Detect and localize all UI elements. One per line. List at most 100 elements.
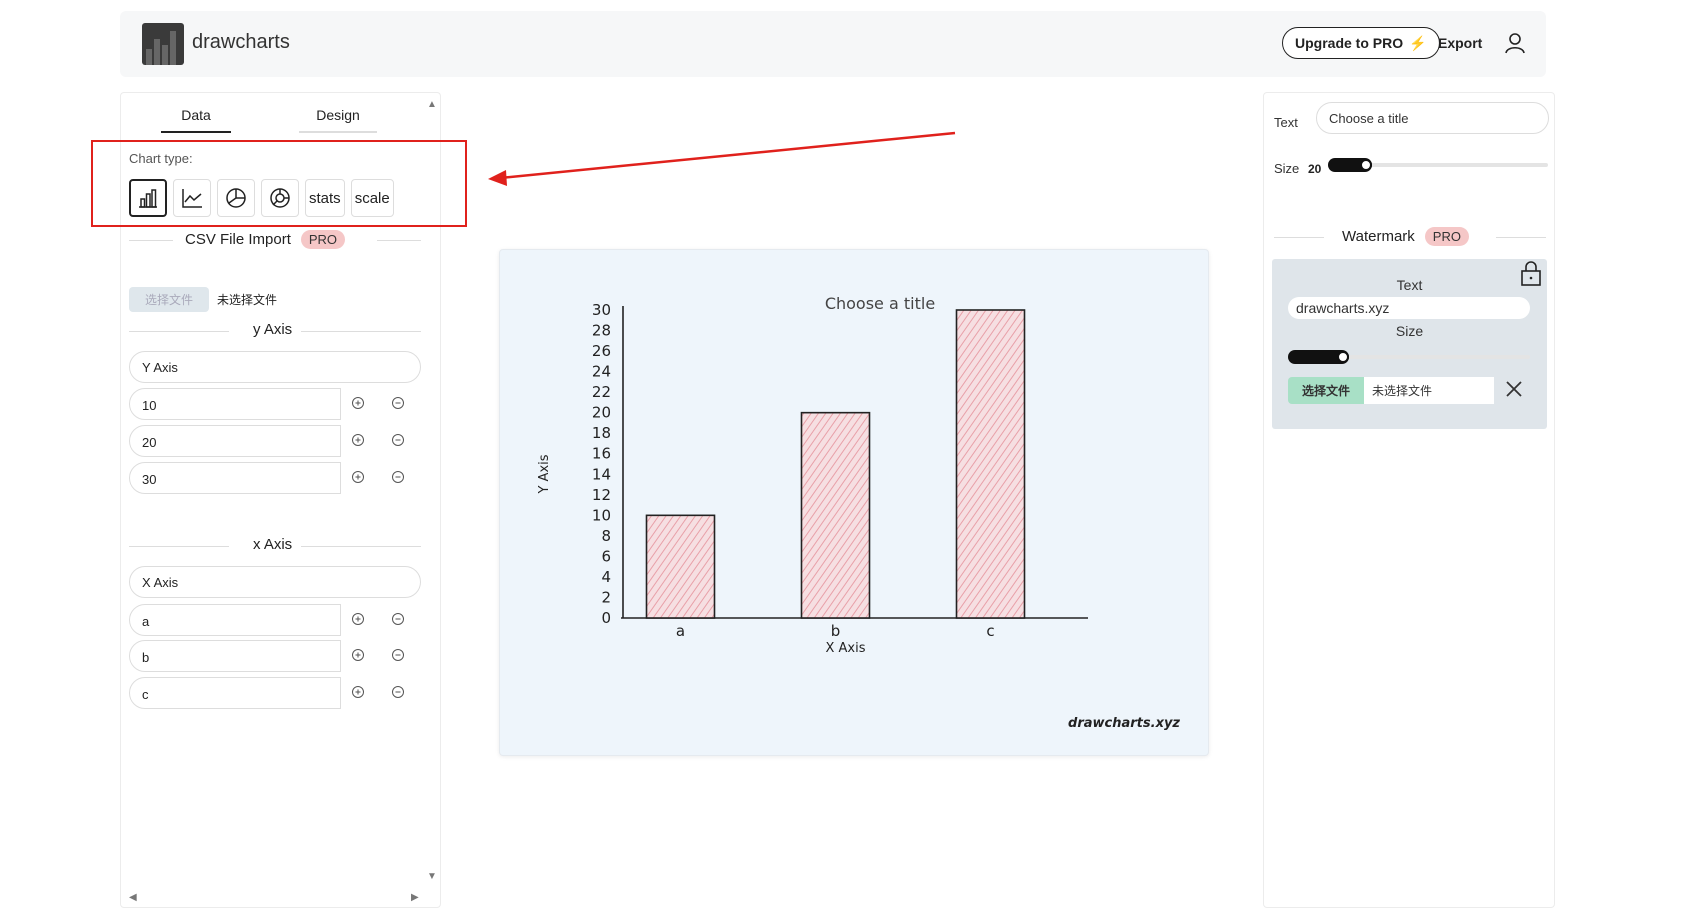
slider-knob[interactable]: [1337, 351, 1349, 363]
chart-watermark: drawcharts.xyz: [1068, 716, 1180, 731]
bar: [955, 309, 1026, 619]
add-row-icon[interactable]: [351, 685, 365, 699]
y-tick-label: 26: [592, 342, 611, 360]
csv-file-input[interactable]: 选择文件 未选择文件: [129, 287, 277, 312]
design-panel: Text Choose a title Size 20 Watermark PRO…: [1263, 92, 1555, 908]
x-tick-label: a: [676, 622, 685, 640]
remove-row-icon[interactable]: [391, 396, 405, 410]
x-axis-heading: x Axis: [253, 536, 293, 553]
scroll-left-arrow[interactable]: ◀: [129, 892, 137, 903]
watermark-size-label: Size: [1395, 323, 1424, 339]
x-value-input[interactable]: b: [129, 640, 341, 672]
bar-chart: 024681012141618202224262830a b cX AxisY Ax…: [537, 301, 1088, 656]
add-row-icon[interactable]: [351, 612, 365, 626]
y-value-input[interactable]: 30: [129, 462, 341, 494]
brand-logo[interactable]: [142, 23, 184, 65]
y-tick-label: 20: [592, 404, 611, 422]
watermark-file-input[interactable]: 选择文件 未选择文件: [1288, 376, 1495, 404]
y-tick-label: 10: [592, 506, 611, 524]
upgrade-pro-label: Upgrade to PRO: [1295, 35, 1404, 51]
y-tick-label: 18: [592, 424, 611, 442]
y-tick-label: 16: [592, 445, 611, 463]
file-status-text: 未选择文件: [217, 293, 278, 307]
watermark-settings: Text drawcharts.xyz Size 选择文件 未选择文件: [1272, 259, 1547, 429]
x-axis-title-input[interactable]: X Axis: [129, 566, 421, 598]
y-tick-label: 6: [601, 547, 611, 565]
y-value-row: 10: [129, 388, 421, 420]
brand-name: drawcharts: [192, 31, 290, 53]
upgrade-pro-button[interactable]: Upgrade to PRO ⚡: [1282, 27, 1440, 59]
remove-row-icon[interactable]: [391, 433, 405, 447]
chart-type-highlight-box: [91, 140, 467, 227]
x-tick-label: c: [986, 622, 994, 640]
remove-row-icon[interactable]: [391, 685, 405, 699]
y-value-row: 20: [129, 425, 421, 457]
x-axis-label: X Axis: [825, 641, 865, 656]
app-root: drawcharts Upgrade to PRO ⚡ Export Data …: [0, 0, 1686, 916]
pro-badge: PRO: [300, 230, 346, 249]
choose-file-button[interactable]: 选择文件: [1288, 376, 1365, 404]
bar: [800, 411, 871, 619]
add-row-icon[interactable]: [351, 470, 365, 484]
add-row-icon[interactable]: [351, 433, 365, 447]
scroll-right-arrow[interactable]: ▶: [411, 892, 419, 903]
scroll-down-arrow[interactable]: ▼: [427, 871, 437, 882]
user-icon[interactable]: [1503, 31, 1527, 55]
y-axis-label: Y Axis: [537, 454, 552, 494]
x-value-input[interactable]: a: [129, 604, 341, 636]
remove-row-icon[interactable]: [391, 648, 405, 662]
remove-row-icon[interactable]: [391, 612, 405, 626]
y-tick-label: 0: [601, 609, 611, 627]
y-tick-label: 2: [601, 588, 611, 606]
x-value-row: a: [129, 604, 421, 636]
bar: [645, 514, 716, 619]
title-size-label: Size: [1274, 161, 1300, 176]
y-axis-title-input[interactable]: Y Axis: [129, 351, 421, 383]
x-axis-section: x Axis: [129, 536, 421, 556]
watermark-text-input[interactable]: drawcharts.xyz: [1288, 297, 1530, 319]
y-tick-label: 12: [592, 486, 611, 504]
x-tick-label: b: [831, 622, 841, 640]
y-tick-label: 14: [592, 465, 611, 483]
choose-file-button[interactable]: 选择文件: [129, 287, 210, 312]
watermark-size-slider[interactable]: [1288, 347, 1530, 367]
y-value-row: 30: [129, 462, 421, 494]
y-tick-label: 8: [601, 527, 611, 545]
x-value-row: b: [129, 640, 421, 672]
chart-preview: Choose a title 0 2 4 6 8 10 12 14 16 18 20 22 24 26 28…: [499, 249, 1209, 756]
watermark-section: Watermark PRO: [1274, 227, 1546, 247]
close-icon[interactable]: [1504, 379, 1524, 399]
y-tick-label: 22: [592, 383, 611, 401]
title-size-slider[interactable]: [1328, 155, 1548, 175]
add-row-icon[interactable]: [351, 648, 365, 662]
y-axis-section: y Axis: [129, 321, 421, 341]
y-tick-label: 24: [592, 363, 611, 381]
csv-import-section: CSV File Import PRO: [129, 230, 421, 250]
lightning-icon: ⚡: [1409, 34, 1427, 51]
remove-row-icon[interactable]: [391, 470, 405, 484]
chart-title-input[interactable]: Choose a title: [1316, 102, 1549, 134]
panel-tabs: Data Design: [161, 107, 381, 137]
add-row-icon[interactable]: [351, 396, 365, 410]
y-tick-label: 4: [601, 568, 611, 586]
x-value-input[interactable]: c: [129, 677, 341, 709]
file-status-text: 未选择文件: [1364, 376, 1495, 404]
pro-badge: PRO: [1424, 227, 1469, 246]
title-size-value: 20: [1308, 162, 1322, 176]
scroll-up-arrow[interactable]: ▲: [427, 99, 437, 110]
top-header: drawcharts Upgrade to PRO ⚡ Export: [120, 11, 1546, 77]
y-tick-label: 30: [592, 301, 611, 319]
x-value-row: c: [129, 677, 421, 709]
y-value-input[interactable]: 20: [129, 425, 341, 457]
tab-data[interactable]: Data: [161, 107, 231, 133]
watermark-text-label: Text: [1396, 277, 1423, 293]
tab-design[interactable]: Design: [299, 107, 377, 133]
y-value-input[interactable]: 10: [129, 388, 341, 420]
slider-knob[interactable]: [1360, 159, 1372, 171]
title-text-label: Text: [1274, 115, 1298, 130]
export-button[interactable]: Export: [1438, 35, 1482, 51]
y-tick-label: 28: [592, 322, 611, 340]
csv-import-heading: CSV File Import: [185, 231, 291, 248]
y-axis-heading: y Axis: [253, 321, 293, 338]
watermark-heading: Watermark: [1342, 228, 1415, 245]
